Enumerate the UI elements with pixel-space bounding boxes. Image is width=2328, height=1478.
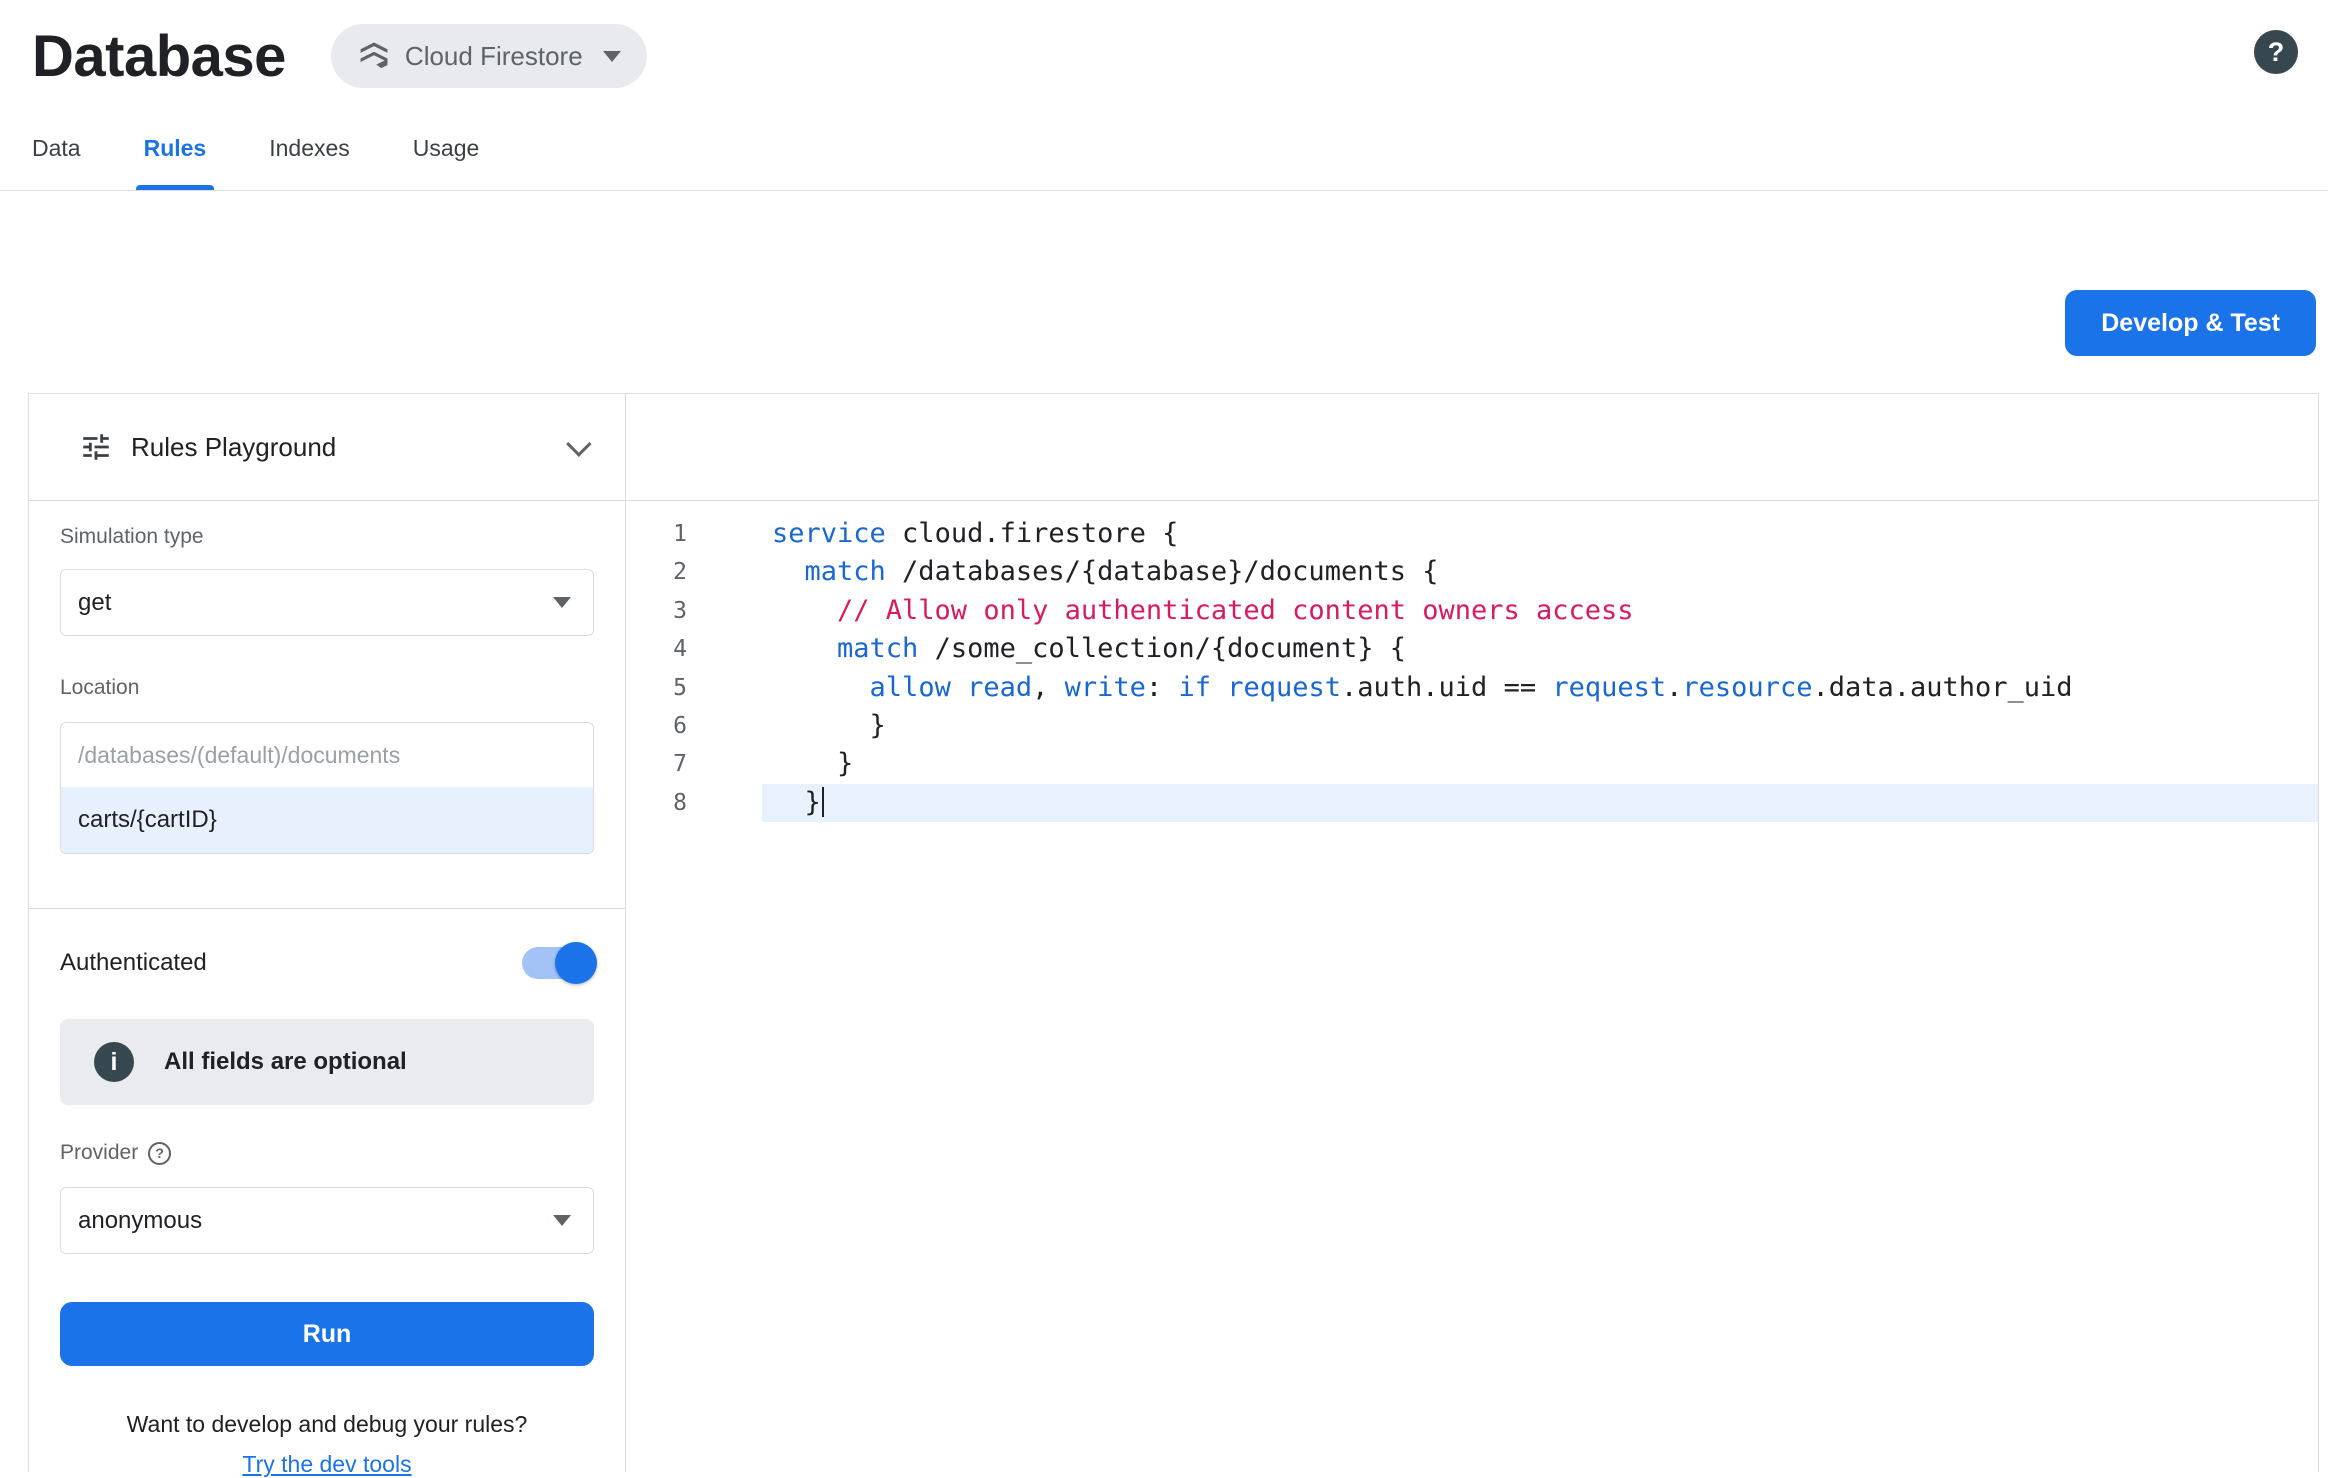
tune-icon <box>79 430 113 464</box>
info-banner: i All fields are optional <box>60 1019 594 1105</box>
line-number: 6 <box>626 707 687 745</box>
collapse-chevron-icon[interactable] <box>566 431 591 456</box>
editor-gutter: 12345678 <box>626 515 762 1472</box>
editor-toolbar <box>626 394 2318 501</box>
info-icon: i <box>94 1042 134 1082</box>
code-line[interactable]: allow read, write: if request.auth.uid =… <box>762 669 2318 707</box>
auth-section: Authenticated i All fields are optional … <box>29 909 625 1478</box>
playground-title: Rules Playground <box>131 432 336 463</box>
firestore-icon <box>357 39 391 73</box>
develop-test-button[interactable]: Develop & Test <box>2065 290 2316 356</box>
question-icon: ? <box>2268 37 2285 68</box>
database-product-selector[interactable]: Cloud Firestore <box>331 24 647 88</box>
line-number: 5 <box>626 669 687 707</box>
provider-label-row: Provider ? <box>60 1141 594 1165</box>
toggle-knob <box>555 942 597 984</box>
rules-panel: Rules Playground Simulation type get Loc… <box>28 393 2319 1472</box>
authenticated-label: Authenticated <box>60 949 207 977</box>
chevron-down-icon <box>603 51 621 62</box>
line-number: 4 <box>626 630 687 668</box>
authenticated-row: Authenticated <box>60 941 594 985</box>
editor-body[interactable]: 12345678 service cloud.firestore { match… <box>626 501 2318 1472</box>
rules-playground: Rules Playground Simulation type get Loc… <box>29 394 626 1472</box>
code-line[interactable]: match /databases/{database}/documents { <box>762 553 2318 591</box>
code-line[interactable]: // Allow only authenticated content owne… <box>762 592 2318 630</box>
provider-help-icon[interactable]: ? <box>148 1142 171 1165</box>
line-number: 1 <box>626 515 687 553</box>
simulation-type-select[interactable]: get <box>60 569 594 636</box>
chevron-down-icon <box>553 1215 571 1226</box>
dev-tools-link[interactable]: Try the dev tools <box>60 1451 594 1478</box>
tab-data[interactable]: Data <box>32 106 81 190</box>
product-selector-label: Cloud Firestore <box>405 41 583 72</box>
tab-bar: Data Rules Indexes Usage <box>0 106 2328 191</box>
firestore-database-page: Database Cloud Firestore ? Data Rules In… <box>0 0 2328 191</box>
code-line[interactable]: } <box>762 784 2318 822</box>
provider-label: Provider <box>60 1141 138 1165</box>
page-title: Database <box>32 23 286 90</box>
location-prefix: /databases/(default)/documents <box>61 723 593 787</box>
header: Database Cloud Firestore ? <box>0 0 2328 106</box>
simulation-type-value: get <box>78 589 111 617</box>
code-line[interactable]: service cloud.firestore { <box>762 515 2318 553</box>
line-number: 7 <box>626 745 687 783</box>
authenticated-toggle[interactable] <box>522 947 594 979</box>
code-line[interactable]: match /some_collection/{document} { <box>762 630 2318 668</box>
rules-editor: 12345678 service cloud.firestore { match… <box>626 394 2318 1472</box>
text-cursor <box>822 787 824 817</box>
simulation-type-label: Simulation type <box>60 525 594 549</box>
simulation-section: Simulation type get Location /databases/… <box>29 501 625 908</box>
tab-indexes[interactable]: Indexes <box>269 106 350 190</box>
provider-value: anonymous <box>78 1207 202 1235</box>
location-input-group: /databases/(default)/documents carts/{ca… <box>60 722 594 854</box>
tab-usage[interactable]: Usage <box>413 106 479 190</box>
dev-tools-prompt: Want to develop and debug your rules? <box>60 1410 594 1438</box>
code-line[interactable]: } <box>762 707 2318 745</box>
line-number: 8 <box>626 784 687 822</box>
info-banner-text: All fields are optional <box>164 1048 407 1076</box>
line-number: 3 <box>626 592 687 630</box>
run-button[interactable]: Run <box>60 1302 594 1366</box>
playground-header[interactable]: Rules Playground <box>29 394 625 501</box>
location-input[interactable]: carts/{cartID} <box>61 787 593 853</box>
location-label: Location <box>60 676 594 700</box>
provider-select[interactable]: anonymous <box>60 1187 594 1254</box>
line-number: 2 <box>626 553 687 591</box>
tab-rules[interactable]: Rules <box>144 106 207 190</box>
editor-code[interactable]: service cloud.firestore { match /databas… <box>762 515 2318 1472</box>
chevron-down-icon <box>553 597 571 608</box>
code-line[interactable]: } <box>762 745 2318 783</box>
help-button[interactable]: ? <box>2254 30 2298 74</box>
